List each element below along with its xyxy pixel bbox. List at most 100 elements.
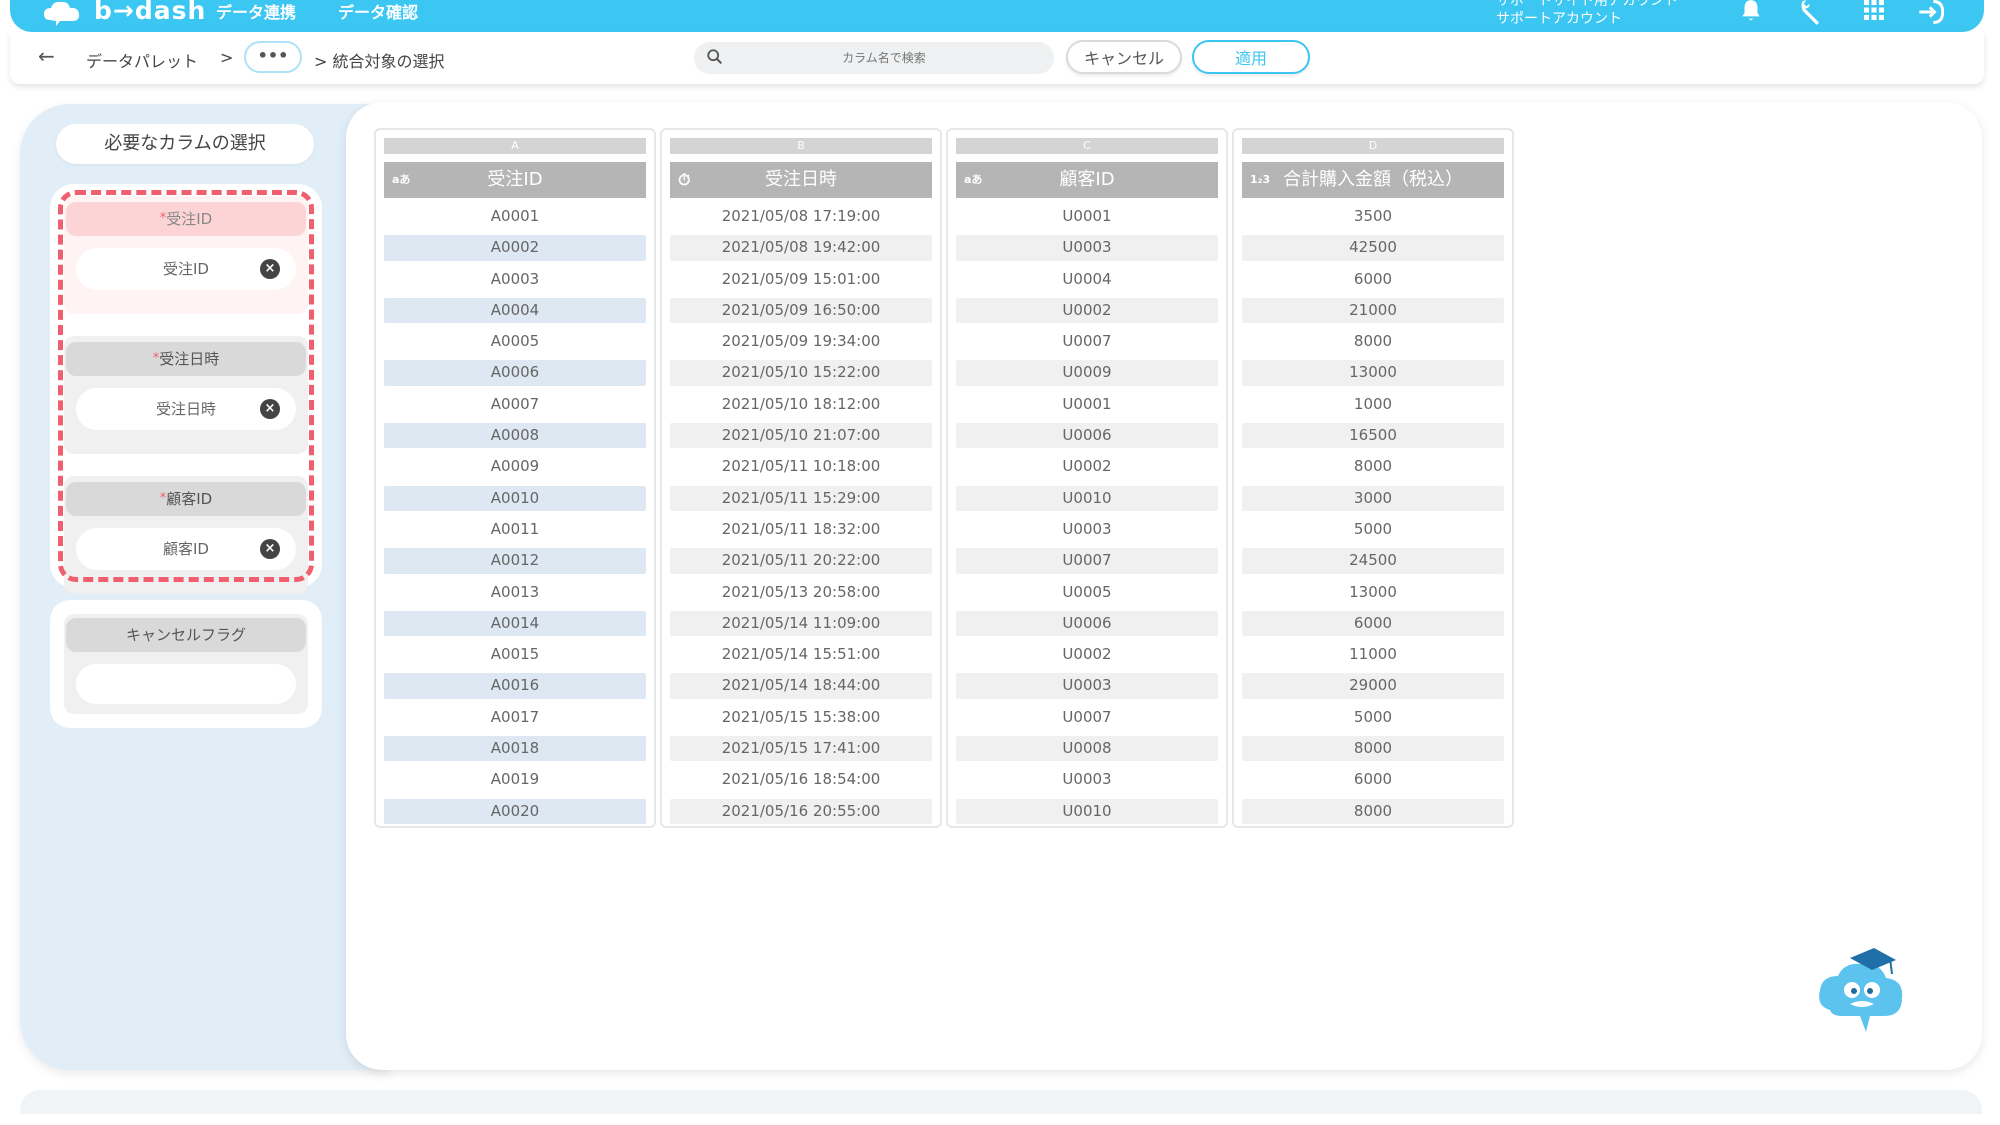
- table-cell: 2021/05/08 19:42:00: [670, 235, 932, 261]
- table-cell: U0006: [956, 610, 1218, 637]
- table-cell: 2021/05/14 15:51:00: [721, 645, 881, 664]
- table-cell: A0019: [490, 770, 540, 789]
- column-cells: 3500 42500 6000 21000 8000 13000 1000 16500 8000…: [1242, 204, 1504, 830]
- column-name: 合計購入金額（税込）: [1283, 169, 1463, 190]
- table-cell: 8000: [1353, 457, 1393, 476]
- column-header[interactable]: aあ 顧客ID: [956, 162, 1218, 198]
- table-cell: A0009: [490, 457, 540, 476]
- table-cell: A0007: [490, 394, 540, 413]
- table-cell: U0005: [1062, 582, 1112, 601]
- table-cell: 5000: [1353, 707, 1393, 726]
- wrench-icon[interactable]: [1798, 0, 1828, 25]
- table-cell: 2021/05/11 15:29:00: [670, 485, 932, 511]
- table-cell: 5000: [1353, 519, 1393, 538]
- table-cell: A0014: [384, 610, 646, 637]
- empty-drop-target[interactable]: [76, 664, 296, 704]
- table-cell: 2021/05/11 18:32:00: [721, 519, 881, 538]
- table-cell: 3500: [1353, 207, 1393, 225]
- table-cell: 13000: [1349, 582, 1397, 601]
- text-type-icon: aあ: [964, 173, 983, 186]
- number-type-icon: 1₂3: [1250, 173, 1271, 186]
- table-cell: U0007: [1062, 332, 1112, 351]
- column-name: 受注ID: [487, 169, 543, 190]
- grid-menu-icon[interactable]: [1862, 0, 1892, 24]
- mascot-helper-icon[interactable]: [1810, 940, 1920, 1050]
- column-name: 受注日時: [765, 169, 837, 190]
- table-cell: A0010: [384, 485, 646, 511]
- table-cell: U0003: [1062, 770, 1112, 789]
- table-cell: U0009: [956, 360, 1218, 386]
- column-header[interactable]: 1₂3 合計購入金額（税込）: [1242, 162, 1504, 198]
- table-cell: 8000: [1242, 798, 1504, 824]
- breadcrumb-root[interactable]: データパレット: [86, 48, 198, 72]
- table-cell: 24500: [1242, 548, 1504, 574]
- breadcrumb-more-button[interactable]: •••: [244, 41, 302, 73]
- table-cell: A0015: [490, 645, 540, 664]
- table-cell: U0001: [1062, 207, 1112, 225]
- table-cell: A0018: [384, 736, 646, 762]
- table-cell: U0010: [956, 798, 1218, 824]
- column-letter: D: [1242, 138, 1504, 154]
- column-name: 顧客ID: [1059, 169, 1115, 190]
- table-cell: 2021/05/10 18:12:00: [721, 394, 881, 413]
- table-cell: U0001: [1062, 394, 1112, 413]
- breadcrumb-current: > 統合対象の選択: [314, 52, 445, 71]
- table-cell: 2021/05/10 21:07:00: [670, 423, 932, 449]
- text-type-icon: aあ: [392, 173, 411, 186]
- search-input[interactable]: [734, 42, 1034, 74]
- sub-header: ← データパレット > ••• > 統合対象の選択 キャンセル 適用: [10, 32, 1984, 84]
- breadcrumb-separator: >: [220, 48, 234, 67]
- table-cell: A0013: [490, 582, 540, 601]
- search-icon: [706, 48, 726, 68]
- table-cell: U0003: [956, 673, 1218, 699]
- account-info[interactable]: サポートサイト用アカウント サポートアカウント: [1496, 0, 1678, 28]
- table-cell: 2021/05/14 18:44:00: [670, 673, 932, 699]
- cloud-logo-icon: [42, 0, 86, 26]
- column-cells: U0001 U0003 U0004 U0002 U0007 U0009 U0001 U0006…: [956, 204, 1218, 830]
- table-cell: 29000: [1242, 673, 1504, 699]
- optional-slot-cancel-flag[interactable]: キャンセルフラグ: [64, 614, 308, 714]
- table-cell: 11000: [1349, 645, 1397, 664]
- nav-data-check[interactable]: データ確認: [338, 0, 418, 23]
- table-cell: A0001: [490, 207, 540, 225]
- apply-button[interactable]: 適用: [1192, 40, 1310, 74]
- column-letter: C: [956, 138, 1218, 154]
- column-cells: A0001 A0002 A0003 A0004 A0005 A0006 A0007 A0008…: [384, 204, 646, 830]
- table-cell: U0003: [1062, 519, 1112, 538]
- timer-type-icon: ⏱: [678, 170, 691, 189]
- table-cell: A0016: [384, 673, 646, 699]
- slot-header: キャンセルフラグ: [66, 618, 306, 652]
- back-arrow-icon[interactable]: ←: [38, 44, 55, 68]
- table-cell: A0017: [490, 707, 540, 726]
- required-highlight-border: [58, 190, 314, 582]
- table-cell: 1000: [1353, 394, 1393, 413]
- table-cell: A0008: [384, 423, 646, 449]
- table-cell: U0004: [1062, 269, 1112, 288]
- data-column-a[interactable]: A aあ 受注ID A0001 A0002 A0003 A0004 A0005 A0006 A…: [374, 128, 656, 828]
- logo[interactable]: b→dash: [42, 0, 206, 26]
- data-column-b[interactable]: B ⏱ 受注日時 2021/05/08 17:19:00 2021/05/08 19…: [660, 128, 942, 828]
- cancel-button[interactable]: キャンセル: [1066, 40, 1182, 74]
- table-cell: 8000: [1242, 736, 1504, 762]
- nav-data-link[interactable]: データ連携: [216, 0, 296, 23]
- table-cell: 6000: [1353, 269, 1393, 288]
- column-header[interactable]: ⏱ 受注日時: [670, 162, 932, 198]
- table-cell: U0007: [956, 548, 1218, 574]
- bell-icon[interactable]: [1738, 0, 1768, 24]
- logout-icon[interactable]: [1916, 0, 1946, 24]
- data-column-c[interactable]: C aあ 顧客ID U0001 U0003 U0004 U0002 U0007 U0009 U…: [946, 128, 1228, 828]
- table-cell: A0002: [384, 235, 646, 261]
- data-column-d[interactable]: D 1₂3 合計購入金額（税込） 3500 42500 6000 21000 8000 13…: [1232, 128, 1514, 828]
- bottom-bar: [20, 1090, 1982, 1114]
- table-cell: U0007: [1062, 707, 1112, 726]
- table-cell: 13000: [1242, 360, 1504, 386]
- table-cell: A0012: [384, 548, 646, 574]
- table-cell: U0006: [956, 423, 1218, 449]
- table-cell: A0004: [384, 297, 646, 324]
- column-header[interactable]: aあ 受注ID: [384, 162, 646, 198]
- table-cell: 2021/05/11 10:18:00: [721, 457, 881, 476]
- table-cell: U0008: [956, 736, 1218, 762]
- table-cell: U0003: [956, 235, 1218, 261]
- table-cell: 2021/05/09 16:50:00: [670, 297, 932, 324]
- table-cell: 6000: [1242, 610, 1504, 637]
